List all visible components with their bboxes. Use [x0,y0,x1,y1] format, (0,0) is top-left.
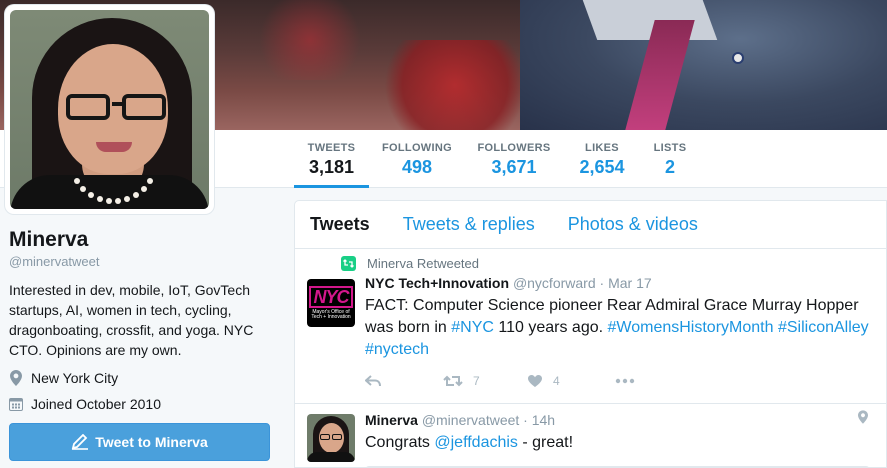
reply-button[interactable] [365,375,443,387]
tweet-text: Congrats @jeffdachis - great! [365,432,870,454]
stat-followers[interactable]: FOLLOWERS 3,671 [472,130,556,188]
like-button[interactable]: 4 [527,374,615,388]
stat-tweets[interactable]: TWEETS 3,181 [294,130,369,188]
timeline-tabs: Tweets Tweets & replies Photos & videos [295,201,886,249]
location-pin-icon [9,370,23,386]
author-avatar[interactable] [307,414,355,462]
tab-tweets-replies[interactable]: Tweets & replies [403,214,535,235]
heart-icon [528,375,542,387]
profile-name[interactable]: Minerva [9,228,274,252]
timeline: Tweets Tweets & replies Photos & videos … [294,200,887,468]
tweet-to-button[interactable]: Tweet to Minerva [9,423,270,461]
retweet-icon [443,375,463,387]
stat-label: TWEETS [307,142,356,154]
retweet-button[interactable]: 7 [443,374,527,388]
more-icon [615,378,635,384]
hashtag-link[interactable]: #SiliconAlley [778,319,869,336]
tweet-date[interactable]: · 14h [523,412,555,428]
stat-value: 3,181 [308,157,355,177]
avatar-logo-text: NYC [309,286,353,308]
profile-location: New York City [9,370,274,386]
hashtag-link[interactable]: #nyctech [365,341,429,358]
author-avatar[interactable]: NYC Mayor's Office of Tech + Innovation [307,279,355,327]
profile-bio: Interested in dev, mobile, IoT, GovTech … [9,282,254,358]
stat-lists[interactable]: LISTS 2 [650,130,690,188]
profile-card: Minerva @minervatweet Interested in dev,… [9,228,274,412]
stat-following[interactable]: FOLLOWING 498 [378,130,456,188]
tweet-date[interactable]: · Mar 17 [600,275,652,291]
profile-joined: Joined October 2010 [9,396,274,412]
mention-link[interactable]: @jeffdachis [434,434,518,451]
tweet-actions: 7 4 [365,374,870,388]
tweet-text: FACT: Computer Science pioneer Rear Admi… [365,295,870,361]
tweet-item[interactable]: Minerva @minervatweet · 14h Congrats @je… [295,404,886,467]
avatar-logo-subtext: Mayor's Office of Tech + Innovation [311,309,351,320]
location-text[interactable]: New York City [31,370,118,386]
retweet-count: 7 [473,374,480,388]
hashtag-link[interactable]: #NYC [451,319,494,336]
tweet-text-part: 110 years ago. [493,319,608,336]
joined-text: Joined October 2010 [31,396,161,412]
stat-value: 498 [401,157,433,177]
author-name[interactable]: NYC Tech+Innovation [365,275,509,291]
author-handle[interactable]: @nycforward [513,275,596,291]
profile-avatar[interactable] [5,5,214,214]
tab-tweets[interactable]: Tweets [310,214,370,235]
stat-label: FOLLOWERS [477,142,551,154]
stat-label: LIKES [585,142,619,154]
retweet-icon [341,256,356,271]
tab-photos-videos[interactable]: Photos & videos [568,214,698,235]
tweet-body: Minerva @minervatweet · 14h Congrats @je… [365,412,870,454]
profile-handle[interactable]: @minervatweet [9,254,274,269]
retweet-context: Minerva Retweeted [341,256,479,271]
tweet-item[interactable]: Minerva Retweeted NYC Mayor's Office of … [295,249,886,404]
tweet-header: NYC Tech+Innovation @nycforward · Mar 17 [365,275,870,291]
author-name[interactable]: Minerva [365,412,418,428]
stat-value: 2 [664,157,675,177]
compose-icon [71,434,89,450]
author-handle[interactable]: @minervatweet [422,412,519,428]
avatar-image [10,10,209,209]
more-button[interactable] [615,378,635,384]
stat-label: LISTS [653,142,687,154]
like-count: 4 [553,374,560,388]
retweet-context-text[interactable]: Minerva Retweeted [367,256,479,271]
stat-value: 2,654 [579,157,625,177]
hashtag-link[interactable]: #WomensHistoryMonth [608,319,774,336]
calendar-icon [9,396,23,412]
location-pin-icon[interactable] [858,410,868,429]
stat-label: FOLLOWING [382,142,452,154]
stat-likes[interactable]: LIKES 2,654 [572,130,632,188]
tweet-header: Minerva @minervatweet · 14h [365,412,870,428]
tweet-to-label: Tweet to Minerva [95,434,208,450]
reply-icon [365,375,381,387]
tweet-text-part: Congrats [365,434,435,451]
tweet-body: NYC Tech+Innovation @nycforward · Mar 17… [365,275,870,388]
tweet-text-part: - great! [517,434,574,451]
stat-value: 3,671 [491,157,537,177]
